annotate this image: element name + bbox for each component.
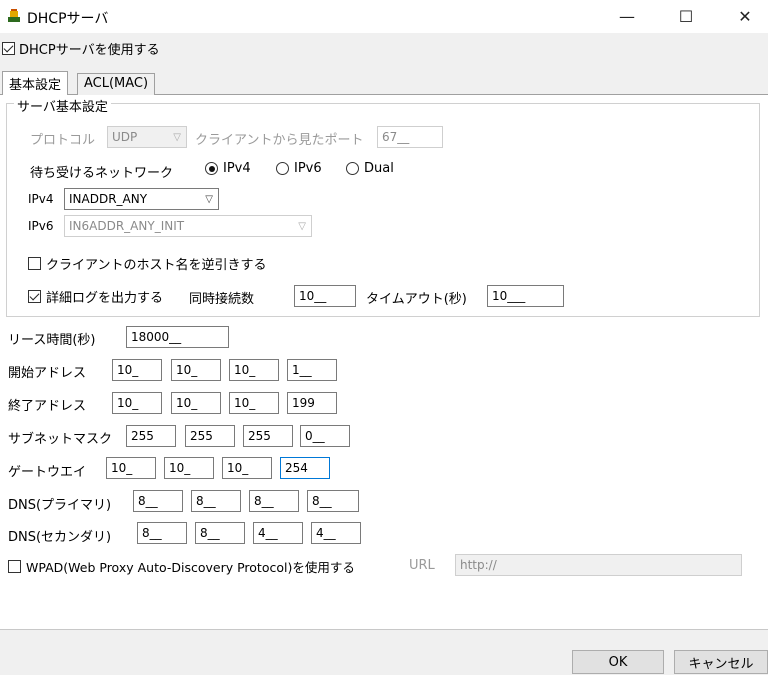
- dns-primary-octet-4[interactable]: 8__: [307, 490, 359, 512]
- radio-ipv6[interactable]: IPv6: [276, 161, 322, 176]
- dns-primary-label: DNS(プライマリ): [8, 498, 112, 513]
- port-input[interactable]: 67__: [377, 126, 443, 148]
- radio-unselected-icon: [346, 162, 359, 175]
- ipv4-label: IPv4: [28, 192, 54, 206]
- dns-secondary-octet-4[interactable]: 4__: [311, 522, 361, 544]
- radio-selected-icon: [205, 162, 218, 175]
- dns-secondary-label: DNS(セカンダリ): [8, 530, 112, 545]
- radio-dual-label: Dual: [364, 161, 394, 176]
- checkbox-checked-icon: [28, 290, 41, 303]
- chevron-down-icon: ▽: [173, 132, 181, 143]
- dns-secondary-octet-2[interactable]: 8__: [195, 522, 245, 544]
- gateway-octet-1[interactable]: 10_: [106, 457, 156, 479]
- protocol-value: UDP: [112, 130, 138, 144]
- detail-log-checkbox[interactable]: 詳細ログを出力する: [28, 287, 163, 306]
- maximize-button[interactable]: ☐: [663, 0, 709, 33]
- start-address-label: 開始アドレス: [8, 366, 87, 381]
- checkbox-unchecked-icon: [8, 560, 21, 573]
- end-address-octet-3[interactable]: 10_: [229, 392, 279, 414]
- wpad-checkbox[interactable]: WPAD(Web Proxy Auto-Discovery Protocol)を…: [8, 557, 355, 576]
- radio-ipv4-label: IPv4: [223, 161, 251, 176]
- dns-primary-octet-1[interactable]: 8__: [133, 490, 183, 512]
- concurrent-label: 同時接続数: [189, 292, 255, 307]
- url-input[interactable]: http://: [455, 554, 742, 576]
- radio-unselected-icon: [276, 162, 289, 175]
- reverse-lookup-label: クライアントのホスト名を逆引きする: [46, 258, 267, 273]
- end-address-octet-2[interactable]: 10_: [171, 392, 221, 414]
- ipv6-value: IN6ADDR_ANY_INIT: [69, 219, 185, 233]
- end-address-octet-4[interactable]: 199: [287, 392, 337, 414]
- close-icon: ✕: [738, 7, 752, 26]
- gateway-octet-3[interactable]: 10_: [222, 457, 272, 479]
- reverse-lookup-checkbox[interactable]: クライアントのホスト名を逆引きする: [28, 254, 266, 273]
- enable-dhcp-checkbox[interactable]: DHCPサーバを使用する: [2, 39, 160, 58]
- end-address-octet-1[interactable]: 10_: [112, 392, 162, 414]
- close-button[interactable]: ✕: [722, 0, 768, 33]
- window-title: DHCPサーバ: [27, 11, 109, 27]
- subnet-mask-octet-4[interactable]: 0__: [300, 425, 350, 447]
- dns-primary-octet-3[interactable]: 8__: [249, 490, 299, 512]
- minimize-icon: —: [619, 7, 635, 26]
- timeout-label: タイムアウト(秒): [366, 292, 467, 307]
- start-address-octet-2[interactable]: 10_: [171, 359, 221, 381]
- subnet-mask-label: サブネットマスク: [8, 432, 113, 447]
- dns-primary-octet-2[interactable]: 8__: [191, 490, 241, 512]
- network-label: 待ち受けるネットワーク: [30, 166, 174, 181]
- checkbox-checked-icon: [2, 42, 15, 55]
- ipv6-select[interactable]: IN6ADDR_ANY_INIT ▽: [64, 215, 312, 237]
- subnet-mask-octet-2[interactable]: 255: [185, 425, 235, 447]
- end-address-label: 終了アドレス: [8, 399, 87, 414]
- gateway-label: ゲートウエイ: [8, 465, 87, 480]
- ipv4-select[interactable]: INADDR_ANY ▽: [64, 188, 219, 210]
- timeout-input[interactable]: 10___: [487, 285, 564, 307]
- radio-ipv4[interactable]: IPv4: [205, 161, 251, 176]
- gateway-octet-2[interactable]: 10_: [164, 457, 214, 479]
- start-address-octet-4[interactable]: 1__: [287, 359, 337, 381]
- url-label: URL: [409, 558, 435, 573]
- protocol-label: プロトコル: [30, 133, 96, 148]
- lease-label: リース時間(秒): [8, 333, 96, 348]
- ipv6-label: IPv6: [28, 219, 54, 233]
- detail-log-label: 詳細ログを出力する: [46, 291, 164, 306]
- title-bar: [0, 0, 768, 33]
- radio-ipv6-label: IPv6: [294, 161, 322, 176]
- chevron-down-icon: ▽: [205, 194, 213, 205]
- concurrent-input[interactable]: 10__: [294, 285, 356, 307]
- app-icon: [6, 8, 22, 24]
- checkbox-unchecked-icon: [28, 257, 41, 270]
- tab-basic[interactable]: 基本設定: [2, 71, 69, 95]
- cancel-button[interactable]: キャンセル: [674, 650, 768, 674]
- radio-dual[interactable]: Dual: [346, 161, 394, 176]
- start-address-octet-1[interactable]: 10_: [112, 359, 162, 381]
- minimize-button[interactable]: —: [604, 0, 650, 33]
- dns-secondary-octet-3[interactable]: 4__: [253, 522, 303, 544]
- subnet-mask-octet-3[interactable]: 255: [243, 425, 293, 447]
- tab-acl-mac[interactable]: ACL(MAC): [77, 73, 156, 95]
- maximize-icon: ☐: [678, 7, 694, 26]
- subnet-mask-octet-1[interactable]: 255: [126, 425, 176, 447]
- protocol-select[interactable]: UDP ▽: [107, 126, 187, 148]
- port-label: クライアントから見たポート: [195, 133, 364, 148]
- lease-input[interactable]: 18000__: [126, 326, 229, 348]
- enable-dhcp-label: DHCPサーバを使用する: [19, 43, 160, 58]
- gateway-octet-4[interactable]: 254: [280, 457, 330, 479]
- chevron-down-icon: ▽: [298, 221, 306, 232]
- start-address-octet-3[interactable]: 10_: [229, 359, 279, 381]
- ipv4-value: INADDR_ANY: [69, 192, 148, 206]
- group-title: サーバ基本設定: [14, 96, 111, 115]
- dns-secondary-octet-1[interactable]: 8__: [137, 522, 187, 544]
- wpad-label: WPAD(Web Proxy Auto-Discovery Protocol)を…: [26, 560, 355, 575]
- ok-button[interactable]: OK: [572, 650, 664, 674]
